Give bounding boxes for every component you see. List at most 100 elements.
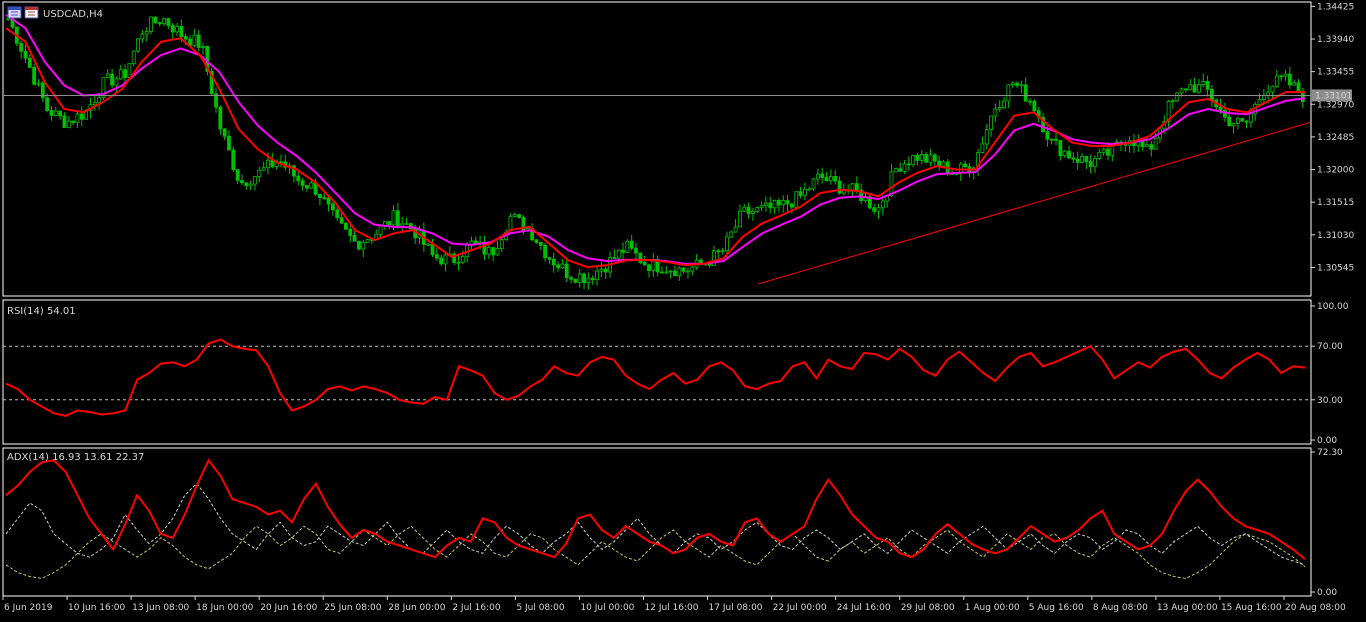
- adx-layer: [5, 458, 1306, 579]
- candle: [512, 212, 517, 218]
- candle: [867, 193, 872, 210]
- candle: [1196, 79, 1201, 94]
- candle: [651, 252, 656, 278]
- candle: [560, 259, 565, 269]
- candle: [820, 167, 825, 184]
- price-tick-label: 1.32485: [1317, 133, 1354, 143]
- candle: [634, 242, 638, 261]
- trendline-layer[interactable]: [758, 121, 1311, 285]
- candle: [989, 115, 993, 137]
- candle: [898, 162, 903, 172]
- candle: [101, 77, 106, 101]
- x-tick-label: 25 Jun 08:00: [324, 603, 381, 613]
- candle: [1231, 123, 1236, 134]
- candle: [257, 166, 262, 183]
- candle: [1296, 79, 1301, 94]
- candle: [569, 275, 573, 284]
- candle: [1006, 84, 1011, 109]
- current-price-tag: 1.33101: [1312, 89, 1352, 102]
- candle: [802, 182, 807, 201]
- x-tick-label: 13 Aug 00:00: [1157, 603, 1218, 613]
- symbol-title: USDCAD,H4: [43, 9, 103, 20]
- candle: [768, 196, 773, 214]
- candle: [1015, 81, 1019, 89]
- candle: [1097, 148, 1102, 161]
- adx-label: ADX(14) 16.93 13.61 22.37: [7, 452, 144, 463]
- candle: [105, 69, 110, 79]
- candle: [1028, 97, 1032, 106]
- candle: [253, 176, 257, 191]
- candle: [668, 269, 673, 279]
- candle: [664, 266, 669, 275]
- candle: [1274, 69, 1279, 88]
- candle: [365, 239, 370, 243]
- rsi-tick-label: 70.00: [1317, 342, 1343, 352]
- candle: [720, 247, 725, 255]
- chart-window-icon[interactable]: [24, 6, 39, 19]
- candle: [1127, 136, 1132, 153]
- candle: [582, 272, 586, 290]
- candle: [612, 249, 617, 259]
- candle: [110, 68, 115, 89]
- x-tick-label: 5 Jul 08:00: [516, 603, 565, 613]
- candle: [1184, 88, 1188, 93]
- candle: [733, 219, 738, 233]
- current-price-label: 1.33101: [1315, 91, 1352, 101]
- candle: [885, 195, 890, 208]
- candle: [742, 203, 747, 213]
- candle: [53, 107, 58, 117]
- candle: [439, 254, 444, 266]
- price-tick-label: 1.33940: [1317, 35, 1354, 45]
- candle: [534, 239, 539, 244]
- candle: [235, 169, 240, 185]
- candle: [434, 248, 439, 261]
- candle: [1058, 140, 1063, 161]
- candle: [556, 261, 560, 272]
- candle: [517, 213, 522, 219]
- candle: [482, 235, 487, 261]
- candle: [1201, 73, 1206, 88]
- chart-window[interactable]: 1.34425 1.33940 1.33455 1.32970 1.32485 1.320…: [0, 0, 1366, 618]
- candle: [1093, 155, 1097, 173]
- candle: [136, 38, 140, 54]
- adx-main-line: [5, 458, 1306, 560]
- candle: [1080, 153, 1084, 163]
- candle: [201, 42, 205, 55]
- candle: [1166, 99, 1171, 130]
- x-tick-label: 2 Jul 16:00: [452, 603, 501, 613]
- candle: [655, 255, 660, 277]
- price-tick-label: 1.31515: [1317, 198, 1354, 208]
- ma-fast-line: [5, 27, 1305, 269]
- x-tick-label: 5 Aug 16:00: [1029, 603, 1084, 613]
- rsi-label: RSI(14) 54.01: [7, 306, 76, 317]
- candle: [92, 95, 97, 111]
- trendline[interactable]: [758, 121, 1311, 285]
- candle: [1149, 140, 1154, 157]
- candle: [815, 168, 820, 185]
- candle: [595, 266, 599, 286]
- x-tick-label: 17 Jul 08:00: [709, 603, 763, 613]
- candle: [686, 267, 690, 279]
- candle: [1062, 150, 1067, 158]
- price-tick-label: 1.33455: [1317, 68, 1354, 78]
- candle: [495, 240, 500, 256]
- candle: [1158, 128, 1162, 143]
- rsi-panel-frame: [2, 299, 1312, 445]
- candle: [1023, 77, 1028, 102]
- candle: [296, 171, 301, 186]
- candle: [218, 105, 223, 135]
- x-tick-label: 20 Jun 16:00: [260, 603, 317, 613]
- chart-canvas[interactable]: 1.34425 1.33940 1.33455 1.32970 1.32485 1.320…: [0, 0, 1366, 618]
- candle: [144, 27, 149, 42]
- rsi-layer: [3, 338, 1311, 417]
- candle: [1136, 134, 1141, 152]
- candle: [162, 17, 166, 27]
- candle: [231, 146, 236, 172]
- candle: [729, 230, 734, 239]
- chart-window-icon[interactable]: [7, 6, 22, 19]
- x-tick-label: 18 Jun 00:00: [196, 603, 253, 613]
- candle: [763, 196, 768, 212]
- candle: [305, 184, 309, 192]
- candle: [924, 152, 929, 163]
- rsi-tick-label: 0.00: [1317, 436, 1337, 446]
